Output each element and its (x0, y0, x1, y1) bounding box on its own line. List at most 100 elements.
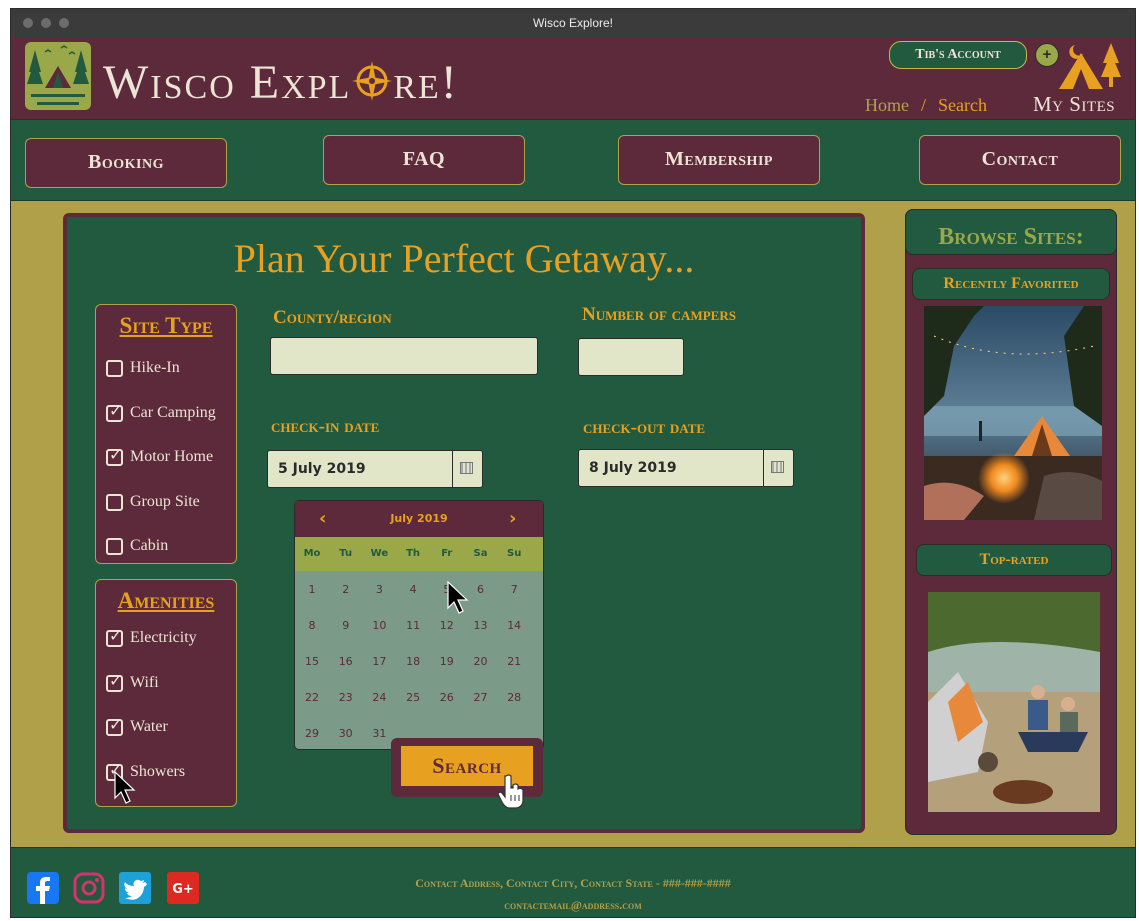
calendar-day[interactable]: 22 (295, 691, 329, 704)
arrow-cursor-icon (113, 770, 137, 805)
amenities-title: Amenities (117, 588, 215, 613)
breadcrumb-search[interactable]: Search (938, 95, 987, 115)
calendar-day[interactable]: 11 (396, 619, 430, 632)
calendar-day[interactable]: 17 (362, 655, 396, 668)
checkbox-icon[interactable] (106, 493, 123, 511)
browse-title: Browse Sites: (905, 209, 1117, 255)
next-month-icon[interactable]: › (509, 508, 516, 529)
option-label: Wifi (130, 673, 159, 691)
checkin-calendar-icon[interactable] (452, 451, 482, 487)
site-header: Wisco Expl re! Tib's Account + Home / Searc… (11, 37, 1135, 119)
brand-title[interactable]: Wisco Expl re! (103, 55, 459, 110)
window-title: Wisco Explore! (532, 16, 614, 30)
checkbox-icon[interactable] (106, 360, 123, 377)
option-label: Showers (130, 762, 186, 780)
breadcrumb: Home / Search (865, 95, 987, 116)
calendar-day[interactable]: 28 (497, 691, 531, 704)
checkout-value: 8 July 2019 (589, 460, 677, 476)
recently-favorited-label[interactable]: Recently Favorited (912, 268, 1110, 300)
county-input[interactable] (270, 337, 538, 375)
zoom-window-button[interactable] (59, 18, 69, 28)
calendar-day[interactable]: 25 (396, 691, 430, 704)
calendar-day[interactable]: 24 (362, 691, 396, 704)
calendar-day[interactable]: 10 (362, 619, 396, 632)
nav-booking-button[interactable]: Booking (25, 138, 227, 188)
date-picker-month: July 2019 (390, 512, 448, 525)
footer-address: Contact Address, Contact City, Contact S… (415, 876, 731, 890)
checkin-input[interactable]: 5 July 2019 (267, 450, 483, 488)
option-label: Electricity (130, 629, 197, 646)
checked-checkbox-icon[interactable]: ✓ (106, 626, 123, 647)
campers-label: Number of campers (582, 304, 736, 325)
calendar-day[interactable]: 30 (329, 727, 363, 740)
account-button[interactable]: Tib's Account (889, 41, 1027, 69)
option-label: Group Site (130, 492, 200, 510)
main-nav: Booking FAQ Membership Contact (11, 119, 1135, 201)
forest-logo-icon[interactable] (25, 42, 91, 110)
weekday-label: Mo (303, 548, 321, 559)
nav-faq-button[interactable]: FAQ (323, 135, 525, 185)
nav-membership-button[interactable]: Membership (618, 135, 820, 185)
calendar-day[interactable]: 23 (329, 691, 363, 704)
calendar-day[interactable]: 16 (329, 655, 363, 668)
campfire-lake-photo[interactable] (924, 306, 1102, 520)
search-panel: Plan Your Perfect Getaway... Site Type H… (63, 213, 865, 833)
brand-title-right: re! (393, 56, 459, 109)
calendar-day[interactable]: 27 (464, 691, 498, 704)
breadcrumb-separator: / (921, 95, 927, 115)
checkout-input[interactable]: 8 July 2019 (578, 449, 794, 487)
calendar-day[interactable]: 2 (329, 583, 363, 596)
calendar-day[interactable]: 29 (295, 727, 329, 740)
calendar-day[interactable]: 18 (396, 655, 430, 668)
site-type-title: Site Type (119, 313, 213, 338)
option-label: Water (130, 718, 168, 735)
checked-checkbox-icon[interactable]: ✓ (106, 445, 123, 466)
calendar-day[interactable]: 8 (295, 619, 329, 632)
page-title: Plan Your Perfect Getaway... (233, 236, 695, 281)
calendar-day[interactable]: 9 (329, 619, 363, 632)
footer-email[interactable]: contactemail@address.com (11, 898, 1135, 913)
checked-checkbox-icon[interactable]: ✓ (106, 671, 123, 692)
calendar-day[interactable]: 19 (430, 655, 464, 668)
calendar-day[interactable]: 26 (430, 691, 464, 704)
calendar-day[interactable]: 4 (396, 583, 430, 596)
calendar-day[interactable]: 15 (295, 655, 329, 668)
minimize-window-button[interactable] (41, 18, 51, 28)
checked-checkbox-icon[interactable]: ✓ (106, 401, 123, 422)
checked-checkbox-icon[interactable]: ✓ (106, 715, 123, 736)
river-camping-photo[interactable] (928, 592, 1100, 812)
date-picker: ‹ July 2019 › Mo Tu We Th Fr Sa Su 1 2 3 4 5 6 7 8 9 10… (294, 500, 544, 750)
county-label: County/region (273, 307, 392, 328)
top-rated-label[interactable]: Top-rated (916, 544, 1112, 576)
option-label: Cabin (130, 537, 169, 554)
checkin-value: 5 July 2019 (278, 461, 366, 477)
weekday-label: Tu (339, 548, 353, 559)
breadcrumb-home[interactable]: Home (865, 95, 909, 115)
weekday-label: Su (507, 548, 522, 559)
arrow-cursor-icon (446, 580, 470, 615)
calendar-day[interactable]: 14 (497, 619, 531, 632)
title-bar: Wisco Explore! (11, 9, 1135, 37)
calendar-day[interactable]: 7 (497, 583, 531, 596)
calendar-day[interactable]: 21 (497, 655, 531, 668)
my-sites-link[interactable]: My Sites (1033, 92, 1115, 117)
calendar-day[interactable]: 12 (430, 619, 464, 632)
option-label: Motor Home (130, 448, 214, 465)
nav-contact-button[interactable]: Contact (919, 135, 1121, 185)
weekday-label: We (370, 548, 389, 559)
weekday-label: Th (406, 548, 421, 559)
option-label: Hike-In (130, 359, 180, 376)
date-picker-header: ‹ July 2019 › (295, 501, 543, 537)
campers-input[interactable] (578, 338, 684, 376)
calendar-day[interactable]: 3 (362, 583, 396, 596)
calendar-day[interactable]: 13 (464, 619, 498, 632)
checkbox-icon[interactable] (106, 538, 123, 555)
calendar-day[interactable]: 1 (295, 583, 329, 596)
checkout-calendar-icon[interactable] (763, 450, 793, 486)
calendar-day[interactable]: 31 (362, 727, 396, 740)
compass-icon (351, 59, 393, 101)
weekday-row: Mo Tu We Th Fr Sa Su (295, 537, 543, 571)
calendar-day[interactable]: 20 (464, 655, 498, 668)
hand-cursor-icon (497, 773, 527, 809)
close-window-button[interactable] (23, 18, 33, 28)
